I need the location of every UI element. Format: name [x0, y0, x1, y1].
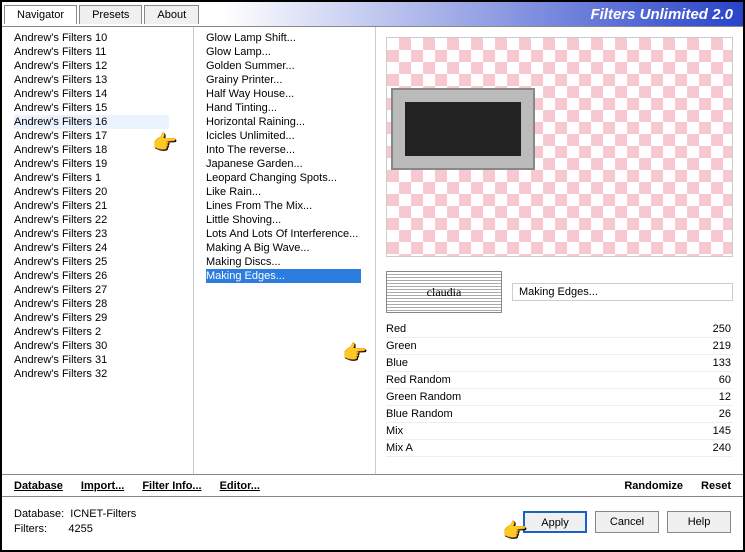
category-item[interactable]: Andrew's Filters 27	[14, 283, 169, 297]
slider-label: Red Random	[386, 374, 451, 386]
filter-item[interactable]: Making A Big Wave...	[206, 241, 361, 255]
category-item[interactable]: Andrew's Filters 2	[14, 325, 169, 339]
help-button[interactable]: Help	[667, 511, 731, 533]
category-item[interactable]: Andrew's Filters 16	[14, 115, 169, 129]
filter-item[interactable]: Little Shoving...	[206, 213, 361, 227]
slider-row[interactable]: Mix A 240	[386, 440, 733, 457]
category-item[interactable]: Andrew's Filters 10	[14, 31, 169, 45]
filter-item[interactable]: Lots And Lots Of Interference...	[206, 227, 361, 241]
filter-item[interactable]: Horizontal Raining...	[206, 115, 361, 129]
filter-item[interactable]: Glow Lamp...	[206, 45, 361, 59]
category-item[interactable]: Andrew's Filters 20	[14, 185, 169, 199]
db-value: ICNET-Filters	[70, 508, 136, 520]
category-item[interactable]: Andrew's Filters 21	[14, 199, 169, 213]
category-item[interactable]: Andrew's Filters 29	[14, 311, 169, 325]
editor-button[interactable]: Editor...	[220, 480, 260, 492]
category-item[interactable]: Andrew's Filters 32	[14, 367, 169, 381]
filter-item[interactable]: Into The reverse...	[206, 143, 361, 157]
author-logo: claudia	[386, 271, 502, 313]
slider-value: 240	[691, 442, 731, 454]
filter-list[interactable]: Glow Lamp Shift...Glow Lamp...Golden Sum…	[206, 31, 375, 474]
slider-label: Green	[386, 340, 417, 352]
slider-value: 60	[691, 374, 731, 386]
slider-row[interactable]: Blue Random 26	[386, 406, 733, 423]
filter-item[interactable]: Making Discs...	[206, 255, 361, 269]
slider-row[interactable]: Mix 145	[386, 423, 733, 440]
tab-navigator[interactable]: Navigator	[4, 5, 77, 24]
filter-item[interactable]: Half Way House...	[206, 87, 361, 101]
app-title: Filters Unlimited 2.0	[590, 6, 733, 23]
slider-row[interactable]: Red 250	[386, 321, 733, 338]
slider-panel: Red 250 Green 219 Blue 133 Red Random 60 Green R…	[376, 317, 743, 474]
slider-row[interactable]: Blue 133	[386, 355, 733, 372]
db-label: Database:	[14, 508, 64, 520]
category-item[interactable]: Andrew's Filters 12	[14, 59, 169, 73]
database-button[interactable]: Database	[14, 480, 63, 492]
slider-label: Mix A	[386, 442, 413, 454]
slider-value: 26	[691, 408, 731, 420]
slider-label: Blue	[386, 357, 408, 369]
tab-about[interactable]: About	[144, 5, 199, 24]
slider-row[interactable]: Red Random 60	[386, 372, 733, 389]
slider-row[interactable]: Green 219	[386, 338, 733, 355]
category-item[interactable]: Andrew's Filters 15	[14, 101, 169, 115]
category-item[interactable]: Andrew's Filters 13	[14, 73, 169, 87]
filter-item[interactable]: Glow Lamp Shift...	[206, 31, 361, 45]
filter-item[interactable]: Grainy Printer...	[206, 73, 361, 87]
category-item[interactable]: Andrew's Filters 11	[14, 45, 169, 59]
category-item[interactable]: Andrew's Filters 23	[14, 227, 169, 241]
category-item[interactable]: Andrew's Filters 22	[14, 213, 169, 227]
slider-row[interactable]: Green Random 12	[386, 389, 733, 406]
category-item[interactable]: Andrew's Filters 19	[14, 157, 169, 171]
slider-label: Green Random	[386, 391, 461, 403]
preview-image	[386, 37, 733, 257]
filters-count-label: Filters:	[14, 523, 47, 535]
tab-presets[interactable]: Presets	[79, 5, 142, 24]
filters-count-value: 4255	[68, 523, 92, 535]
filter-info-button[interactable]: Filter Info...	[142, 480, 201, 492]
preview-thumb	[393, 90, 533, 168]
slider-value: 250	[691, 323, 731, 335]
current-filter-name: Making Edges...	[512, 283, 733, 301]
slider-value: 145	[691, 425, 731, 437]
slider-value: 219	[691, 340, 731, 352]
filter-item[interactable]: Like Rain...	[206, 185, 361, 199]
filter-item[interactable]: Leopard Changing Spots...	[206, 171, 361, 185]
category-item[interactable]: Andrew's Filters 1	[14, 171, 169, 185]
category-item[interactable]: Andrew's Filters 25	[14, 255, 169, 269]
slider-label: Red	[386, 323, 406, 335]
category-item[interactable]: Andrew's Filters 24	[14, 241, 169, 255]
filter-item[interactable]: Golden Summer...	[206, 59, 361, 73]
filter-item[interactable]: Lines From The Mix...	[206, 199, 361, 213]
category-item[interactable]: Andrew's Filters 30	[14, 339, 169, 353]
randomize-button[interactable]: Randomize	[624, 480, 683, 492]
slider-label: Mix	[386, 425, 403, 437]
filter-item[interactable]: Hand Tinting...	[206, 101, 361, 115]
apply-button[interactable]: Apply	[523, 511, 587, 533]
reset-button[interactable]: Reset	[701, 480, 731, 492]
slider-value: 12	[691, 391, 731, 403]
category-item[interactable]: Andrew's Filters 18	[14, 143, 169, 157]
filter-item[interactable]: Icicles Unlimited...	[206, 129, 361, 143]
category-item[interactable]: Andrew's Filters 14	[14, 87, 169, 101]
import-button[interactable]: Import...	[81, 480, 124, 492]
filter-item[interactable]: Japanese Garden...	[206, 157, 361, 171]
slider-label: Blue Random	[386, 408, 453, 420]
category-item[interactable]: Andrew's Filters 28	[14, 297, 169, 311]
category-list[interactable]: Andrew's Filters 10Andrew's Filters 11An…	[14, 31, 193, 474]
category-item[interactable]: Andrew's Filters 26	[14, 269, 169, 283]
category-item[interactable]: Andrew's Filters 17	[14, 129, 169, 143]
category-item[interactable]: Andrew's Filters 31	[14, 353, 169, 367]
slider-value: 133	[691, 357, 731, 369]
cancel-button[interactable]: Cancel	[595, 511, 659, 533]
filter-item[interactable]: Making Edges...	[206, 269, 361, 283]
